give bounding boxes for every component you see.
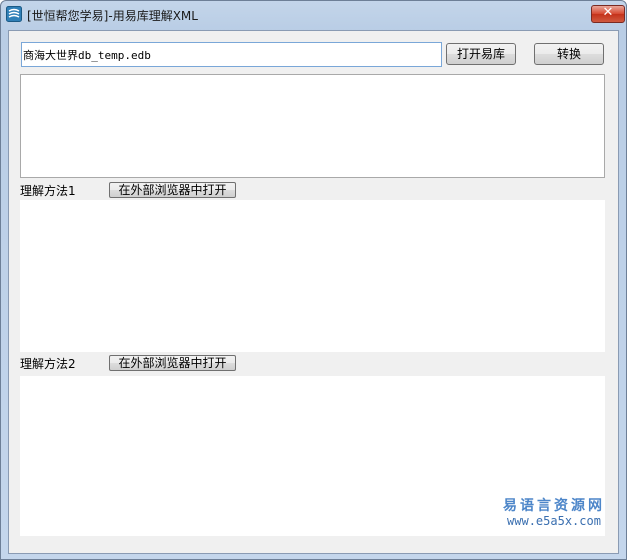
title-bar[interactable]: [世恒帮您学易]-用易库理解XML ✕	[1, 1, 626, 29]
method1-label: 理解方法1	[20, 184, 76, 198]
app-window: [世恒帮您学易]-用易库理解XML ✕ 商海大世界db_temp.edb 打开易…	[0, 0, 627, 560]
convert-button[interactable]: 转换	[534, 43, 604, 65]
client-area: 商海大世界db_temp.edb 打开易库 转换 理解方法1 在外部浏览器中打开…	[8, 30, 619, 554]
watermark: 易语言资源网 www.e5a5x.com	[503, 495, 605, 528]
method2-open-browser-button[interactable]: 在外部浏览器中打开	[109, 355, 236, 371]
method1-browser-panel[interactable]	[20, 200, 605, 352]
close-icon: ✕	[602, 5, 614, 20]
watermark-brand: 易语言资源网	[503, 498, 605, 514]
method1-open-browser-button[interactable]: 在外部浏览器中打开	[109, 182, 236, 198]
window-title: [世恒帮您学易]-用易库理解XML	[27, 9, 198, 23]
open-edb-button[interactable]: 打开易库	[446, 43, 516, 65]
xml-output-textarea[interactable]	[20, 74, 605, 178]
close-button[interactable]: ✕	[591, 5, 625, 23]
edb-path-input[interactable]: 商海大世界db_temp.edb	[21, 42, 442, 67]
app-icon	[6, 6, 22, 22]
watermark-url: www.e5a5x.com	[507, 514, 601, 528]
method2-label: 理解方法2	[20, 357, 76, 371]
